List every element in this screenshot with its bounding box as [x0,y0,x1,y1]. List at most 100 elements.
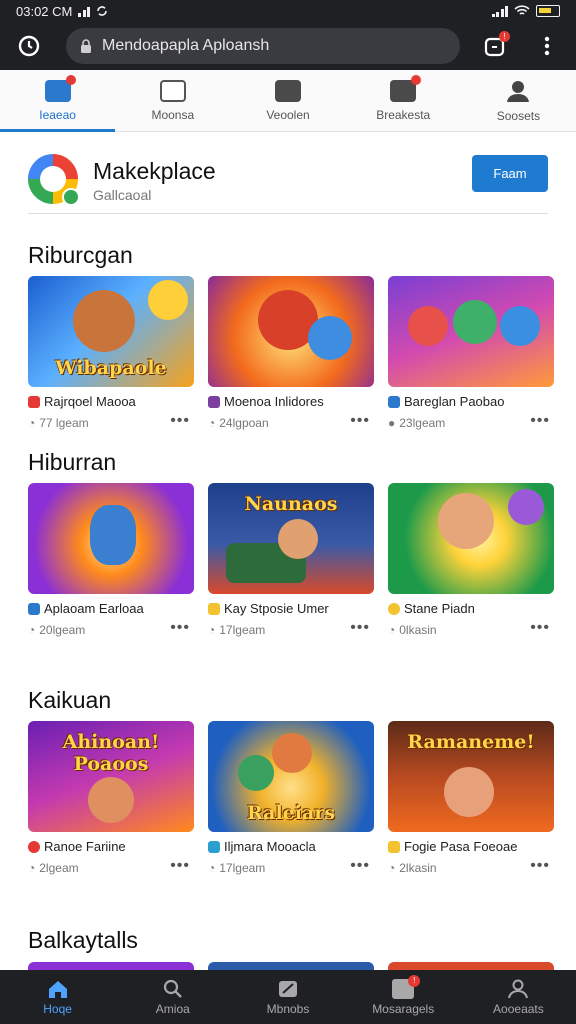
thumbnail-title: Naunaos [244,493,338,515]
nav-account[interactable]: Aooeaats [461,970,576,1024]
game-card[interactable]: Bareglan Paobao ● 23lgeam ••• [388,276,554,441]
game-thumbnail[interactable]: Ahinoan! Poaoos [28,721,194,832]
address-bar[interactable]: Mendoapapla Aploansh [66,28,460,64]
game-thumbnail[interactable] [208,962,374,970]
game-thumbnail[interactable]: Raleiars [208,721,374,832]
more-options-icon[interactable]: ••• [170,858,190,874]
game-name-text: Rajrqoel Maooa [44,394,136,409]
game-meta-text: 2lgeam [39,861,79,875]
game-meta: ◔ 77 lgeam [28,416,194,430]
game-meta: ◔ 20lgeam [28,623,194,637]
tab-moonsa[interactable]: Moonsa [115,70,230,131]
game-name-text: Bareglan Paobao [404,394,505,409]
category-tabs: Ieaeao Moonsa Veoolen Breakesta Soosets [0,70,576,132]
game-thumbnail[interactable]: Naunaos [208,483,374,594]
downloads-icon: ◔ [388,623,396,637]
tabs-button[interactable]: ! [480,31,510,61]
status-right [491,5,560,17]
more-options-icon[interactable]: ••• [350,858,370,874]
game-card[interactable]: Ahinoan! Poaoos Ranoe Fariine ◔ 2lgeam ••… [28,721,194,886]
chart-icon [390,74,422,102]
nav-home[interactable]: Hoqe [0,970,115,1024]
more-options-icon[interactable]: ••• [530,413,550,429]
game-thumbnail[interactable] [28,483,194,594]
game-card[interactable]: Raleiars Iljmara Mooacla ◔ 17lgeam ••• [208,721,374,886]
nav-inbox[interactable]: ! Mosaragels [346,970,461,1024]
downloads-icon: ◔ [208,416,216,430]
video-icon [275,79,301,102]
game-icon [208,602,220,615]
game-name: Iljmara Mooacla [208,839,374,854]
downloads-icon: ◔ [208,623,216,637]
nav-search[interactable]: Amioa [115,970,230,1024]
game-name-text: Fogie Pasa Foeoae [404,839,518,854]
game-icon [388,602,400,615]
game-name: Fogie Pasa Foeoae [388,839,554,854]
game-thumbnail[interactable] [28,962,194,970]
game-meta: ◔ 17lgeam [208,623,374,637]
game-meta: ◔ 0lkasin [388,623,554,637]
character-art [238,755,274,791]
downloads-icon: ◔ [388,861,396,875]
clock: 03:02 CM [16,3,73,19]
orb-art [508,489,544,525]
more-options-icon[interactable]: ••• [530,858,550,874]
more-options-icon[interactable]: ••• [530,620,550,636]
nav-edit[interactable]: Mbnobs [230,970,345,1024]
game-thumbnail[interactable]: Wibapaole [28,276,194,387]
tab-video[interactable]: Veoolen [230,70,345,131]
status-bar: 03:02 CM [0,0,576,22]
lock-icon [81,39,91,53]
home-grid-icon [44,74,76,102]
game-icon [208,395,220,408]
tab-profile[interactable]: Soosets [461,70,576,131]
tab-label: Soosets [496,108,541,123]
game-icon [388,840,400,853]
verified-icon [62,188,80,206]
bottom-navigation: Hoqe Amioa Mbnobs ! Mosaragels Aooeaats [0,970,576,1024]
game-meta-text: 17lgeam [219,861,266,875]
game-name: Moenoa Inlidores [208,394,374,409]
game-name-text: Kay Stposie Umer [224,601,329,616]
game-card[interactable]: Naunaos Kay Stposie Umer ◔ 17lgeam ••• [208,483,374,648]
game-meta: ◔ 2lkasin [388,861,554,875]
thumbnail-title: Ramaneme! [407,731,535,753]
game-meta-text: 17lgeam [219,623,266,637]
game-thumbnail[interactable] [388,962,554,970]
store-header: Makekplace Gallcaoal Faam [28,152,548,214]
game-name: Aplaoam Earloaa [28,601,194,616]
game-thumbnail[interactable] [208,276,374,387]
more-options-icon[interactable]: ••• [350,413,370,429]
game-card[interactable]: Aplaoam Earloaa ◔ 20lgeam ••• [28,483,194,648]
character-art [444,767,494,817]
more-options-icon[interactable]: ••• [350,620,370,636]
game-name-text: Iljmara Mooacla [224,839,316,854]
downloads-icon: ◔ [28,861,36,875]
game-card[interactable]: Ramaneme! Fogie Pasa Foeoae ◔ 2lkasin ••• [388,721,554,886]
game-card[interactable]: Moenoa Inlidores ◔ 24lgpoan ••• [208,276,374,441]
game-meta-text: 23lgeam [399,416,446,430]
game-card[interactable]: Wibapaole Rajrqoel Maooa ◔ 77 lgeam ••• [28,276,194,441]
store-subtitle: Gallcaoal [93,187,152,203]
tab-home[interactable]: Ieaeao [0,70,116,132]
game-card[interactable]: Stane Piadn ◔ 0lkasin ••• [388,483,554,648]
game-name: Rajrqoel Maooa [28,394,194,409]
overflow-menu-button[interactable] [532,31,562,61]
more-options-icon[interactable]: ••• [170,620,190,636]
nav-badge: ! [408,974,421,987]
tab-breakesta[interactable]: Breakesta [346,70,461,131]
game-name-text: Ranoe Fariine [44,839,126,854]
more-options-icon[interactable]: ••• [170,413,190,429]
game-thumbnail[interactable] [388,276,554,387]
follow-button[interactable]: Faam [472,155,548,192]
game-meta: ◔ 2lgeam [28,861,194,875]
downloads-icon: ● [388,416,396,430]
character-art [88,777,134,823]
game-thumbnail[interactable]: Ramaneme! [388,721,554,832]
history-button[interactable] [14,31,44,61]
game-thumbnail[interactable] [388,483,554,594]
character-art [438,493,494,549]
nav-label: Hoqe [43,1001,72,1016]
game-meta-text: 77 lgeam [39,416,89,430]
thumbnail-title: Raleiars [246,802,336,824]
